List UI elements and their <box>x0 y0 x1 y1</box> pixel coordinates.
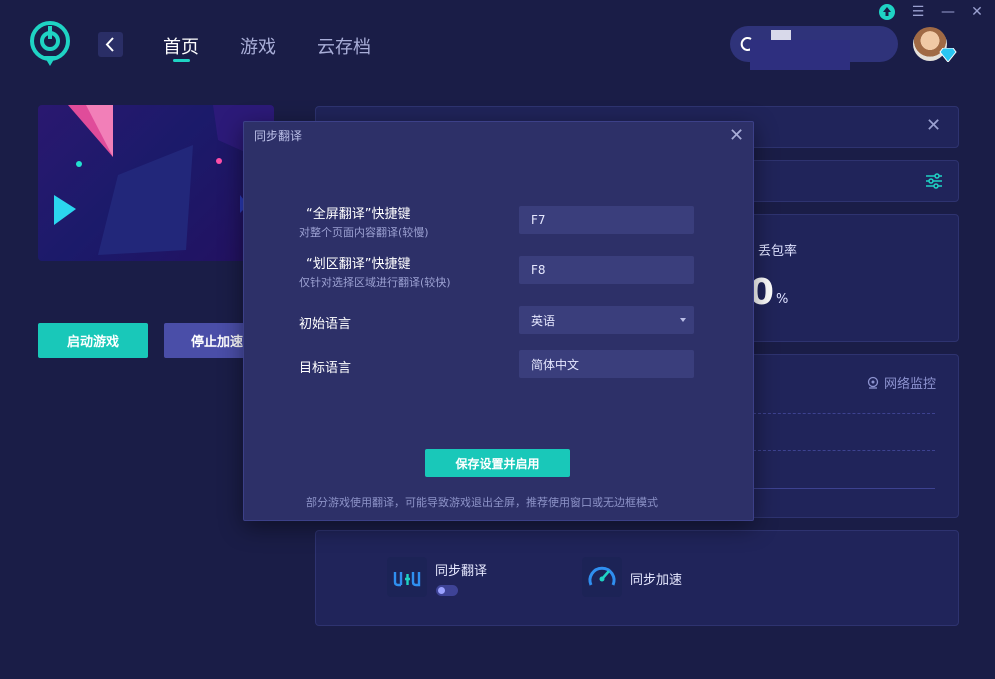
close-window-icon[interactable]: ✕ <box>968 3 986 21</box>
source-language-value: 英语 <box>531 313 556 328</box>
region-hotkey-field[interactable]: F8 <box>519 256 694 284</box>
clear-icon[interactable]: ✕ <box>926 117 944 135</box>
location-pin-icon <box>867 376 879 389</box>
packet-loss-label: 丢包率 <box>758 244 798 259</box>
game-banner-image <box>38 105 274 261</box>
source-language-select[interactable]: 英语 <box>519 306 694 334</box>
start-game-button[interactable]: 启动游戏 <box>38 323 148 358</box>
toggle-knob <box>438 587 445 594</box>
vip-diamond-icon <box>939 47 957 63</box>
back-button[interactable] <box>98 32 123 57</box>
network-monitor-label: 网络监控 <box>884 377 937 392</box>
dialog-close-icon[interactable]: ✕ <box>729 127 747 145</box>
chart-gridline <box>753 450 935 451</box>
dialog-title: 同步翻译 <box>254 129 303 143</box>
source-language-label: 初始语言 <box>299 317 352 332</box>
app-logo-icon <box>28 20 72 68</box>
fullscreen-hotkey-label: “全屏翻译”快捷键 <box>306 207 411 222</box>
redacted-block <box>750 40 850 70</box>
minimize-icon[interactable]: — <box>939 3 957 21</box>
nav-home[interactable]: 首页 <box>163 33 199 59</box>
dialog-note: 部分游戏使用翻译，可能导致游戏退出全屏，推荐使用窗口或无边框模式 <box>306 496 658 509</box>
filter-settings-icon[interactable] <box>925 172 943 190</box>
target-language-field[interactable]: 简体中文 <box>519 350 694 378</box>
feature-translate-label: 同步翻译 <box>435 564 488 579</box>
target-language-label: 目标语言 <box>299 361 352 376</box>
nav-cloud-saves[interactable]: 云存档 <box>317 33 371 59</box>
chart-gridline <box>753 413 935 414</box>
region-hotkey-label: “划区翻译”快捷键 <box>306 257 411 272</box>
fullscreen-hotkey-desc: 对整个页面内容翻译(较慢) <box>299 226 429 239</box>
nav-active-indicator <box>173 59 190 62</box>
region-hotkey-desc: 仅针对选择区域进行翻译(较快) <box>299 276 451 289</box>
packet-loss-unit: % <box>776 292 789 307</box>
fullscreen-hotkey-field[interactable]: F7 <box>519 206 694 234</box>
update-icon[interactable] <box>879 4 895 20</box>
dropdown-caret-icon <box>680 318 686 322</box>
nav-games[interactable]: 游戏 <box>240 33 276 59</box>
save-and-enable-button[interactable]: 保存设置并启用 <box>425 449 570 477</box>
speedometer-icon[interactable] <box>582 557 622 597</box>
feature-accelerate-label: 同步加速 <box>630 573 683 588</box>
chart-axis <box>753 488 935 489</box>
translate-icon[interactable] <box>387 557 427 597</box>
menu-icon[interactable]: ☰ <box>909 3 927 21</box>
network-monitor-link[interactable]: 网络监控 <box>866 373 936 392</box>
